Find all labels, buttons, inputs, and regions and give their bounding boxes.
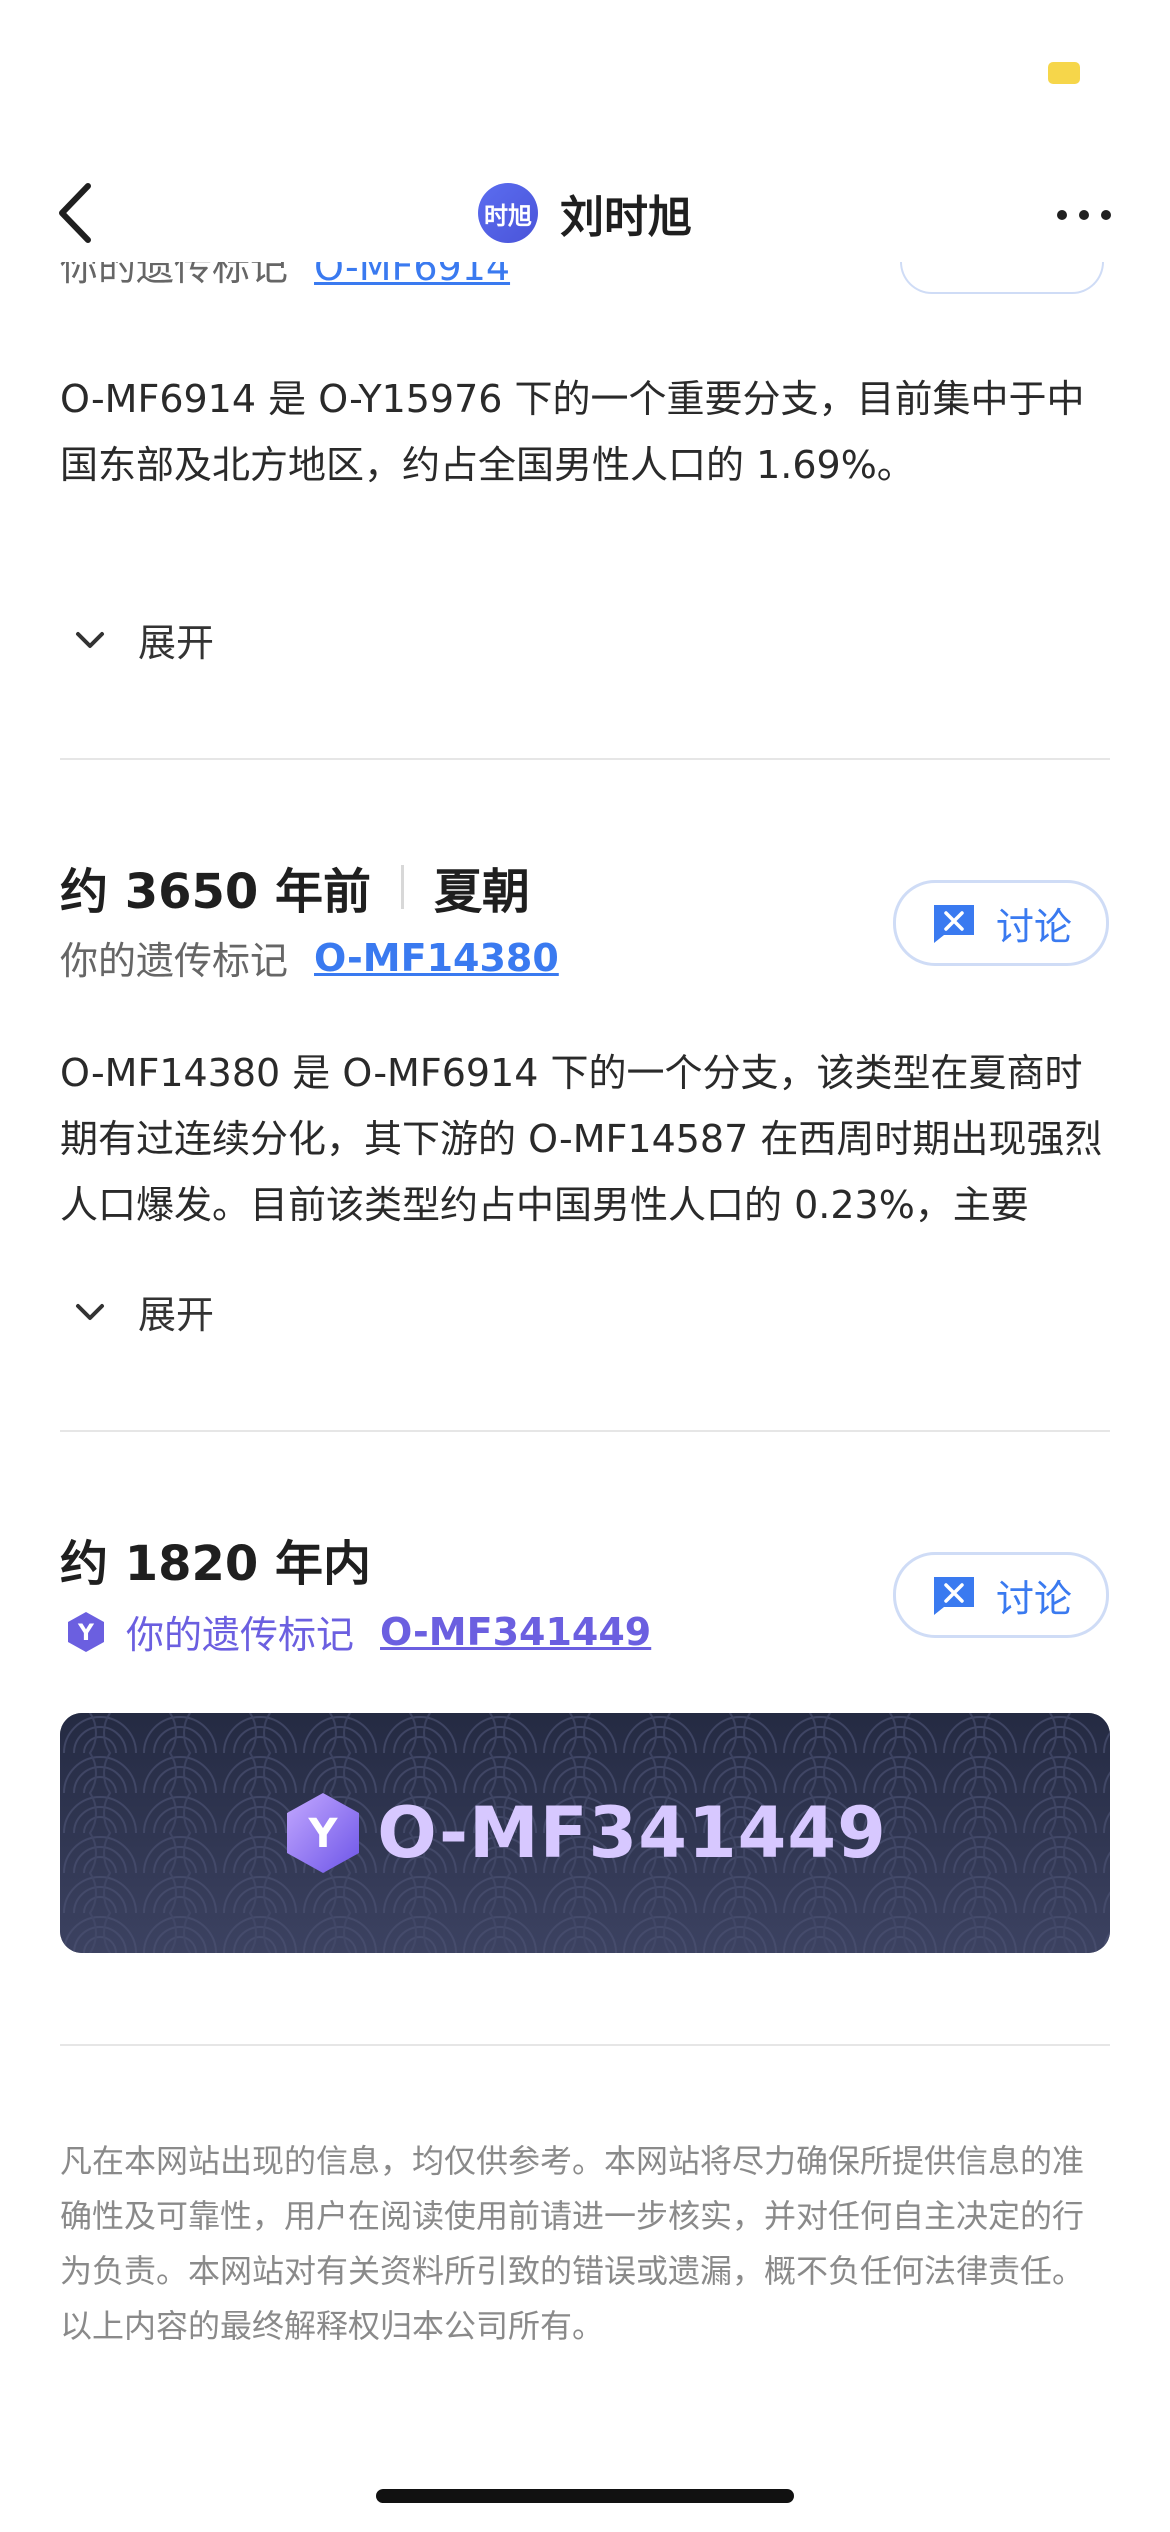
home-indicator[interactable]: [376, 2489, 794, 2503]
avatar[interactable]: 时旭: [478, 183, 538, 243]
page-title: 刘时旭: [560, 192, 692, 243]
nav-title-group: 时旭 刘时旭: [0, 178, 1170, 248]
chevron-down-icon: [76, 631, 104, 648]
discuss-button[interactable]: [900, 262, 1104, 294]
divider: [60, 2044, 1110, 2046]
genetic-marker-row: 你的遗传标记 O-MF14380: [60, 930, 559, 985]
y-hexagon-badge-icon: Y: [68, 1611, 104, 1652]
title-separator: [401, 865, 405, 909]
genetic-marker-row: Y 你的遗传标记 O-MF341449: [64, 1604, 651, 1659]
haplogroup-card[interactable]: Y O-MF341449: [60, 1713, 1110, 1953]
expand-button[interactable]: 展开: [72, 1284, 214, 1339]
expand-label: 展开: [138, 621, 215, 665]
card-haplogroup-text: O-MF341449: [377, 1792, 887, 1874]
discuss-label: 讨论: [995, 904, 1072, 949]
marker-label: 你的遗传标记: [60, 262, 289, 289]
chevron-down-icon: [76, 1303, 104, 1320]
disclaimer-text: 凡在本网站出现的信息，均仅供参考。本网站将尽力确保所提供信息的准确性及可靠性，用…: [60, 2142, 1085, 2345]
divider: [60, 1430, 1110, 1432]
marker-link[interactable]: O-MF14380: [314, 936, 559, 980]
discuss-label: 讨论: [995, 1576, 1072, 1621]
y-hexagon-icon: Y: [287, 1793, 360, 1873]
marker-label: 你的遗传标记: [126, 1613, 355, 1657]
section-description: O-MF6914 是 O-Y15976 下的一个重要分支，目前集中于中国东部及北…: [60, 377, 1085, 487]
marker-label: 你的遗传标记: [60, 939, 289, 983]
era-label: 夏朝: [434, 864, 531, 920]
divider: [60, 758, 1110, 760]
section-title: 约 1820 年内: [60, 1524, 371, 1594]
status-indicator: [1048, 62, 1080, 84]
badge-letter: Y: [77, 1621, 95, 1646]
expand-label: 展开: [138, 1293, 215, 1337]
discuss-button[interactable]: 讨论: [893, 1552, 1109, 1638]
time-label: 约 1820 年内: [60, 1536, 372, 1592]
chat-icon: [933, 905, 974, 943]
expand-button[interactable]: 展开: [72, 612, 214, 667]
section-title: 约 3650 年前 夏朝: [60, 852, 530, 922]
card-badge-letter: Y: [308, 1811, 339, 1857]
discuss-button[interactable]: 讨论: [893, 880, 1109, 966]
chat-icon: [933, 1577, 974, 1615]
time-label: 约 3650 年前: [60, 864, 372, 920]
more-horizontal-icon[interactable]: [1054, 200, 1114, 230]
section-description: O-MF14380 是 O-MF6914 下的一个分支，该类型在夏商时期有过连续…: [60, 1051, 1103, 1227]
marker-link[interactable]: O-MF6914: [314, 262, 510, 289]
marker-link[interactable]: O-MF341449: [380, 1610, 651, 1654]
